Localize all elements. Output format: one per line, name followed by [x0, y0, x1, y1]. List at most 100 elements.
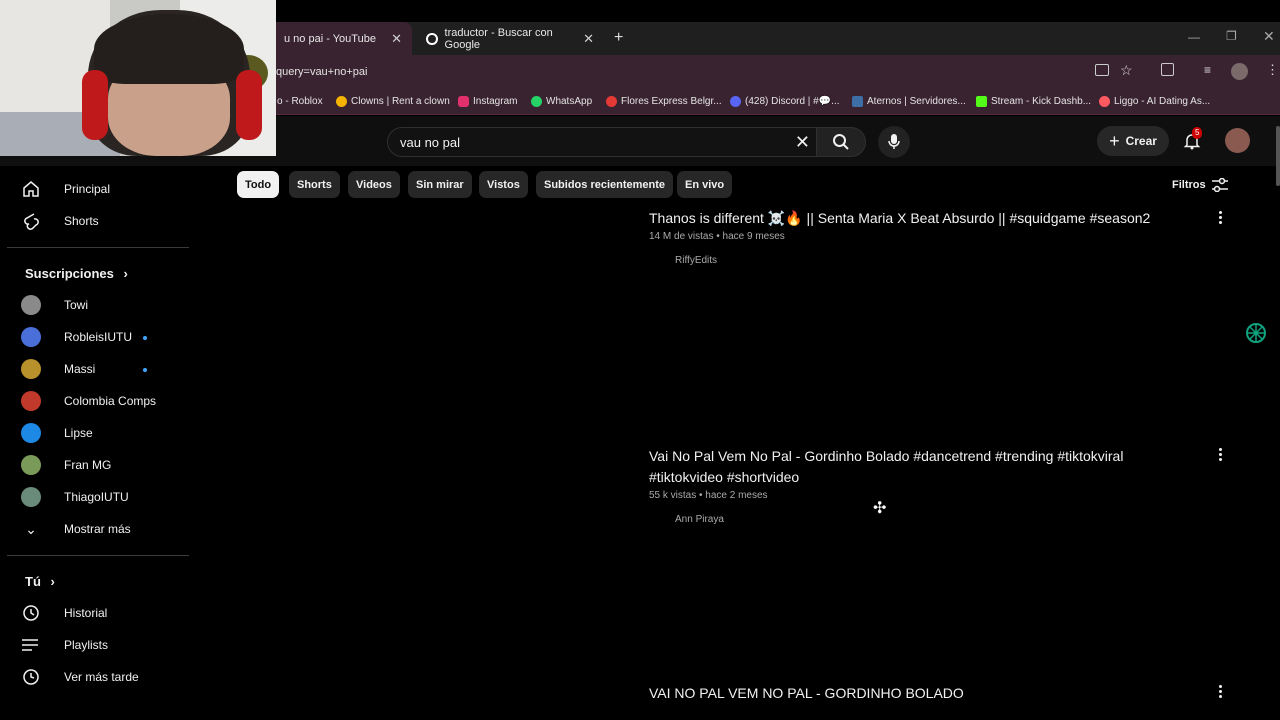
voice-search-button[interactable]	[878, 126, 910, 158]
filters-label: Filtros	[1172, 179, 1206, 191]
tab-google[interactable]: traductor - Buscar con Google ✕	[416, 22, 604, 55]
chip-todo[interactable]: Todo	[237, 171, 280, 198]
ai-assistant-icon[interactable]	[1244, 321, 1268, 350]
sidebar-divider	[7, 555, 189, 556]
sidebar-item-label: Colombia Comps	[64, 394, 157, 408]
search-button[interactable]	[816, 127, 866, 157]
search-query: vau no pal	[400, 135, 460, 150]
new-content-dot	[143, 336, 147, 340]
bookmark-instagram[interactable]: Instagram	[458, 96, 517, 107]
sidebar-item-robleisiutu[interactable]: RobleisIUTU	[18, 323, 186, 351]
clear-search-icon[interactable]: ✕	[795, 132, 810, 153]
sidebar-item-colombia-comps[interactable]: Colombia Comps	[18, 387, 186, 415]
bookmark-roblox[interactable]: o - Roblox	[277, 96, 323, 107]
bookmark-clowns[interactable]: Clowns | Rent a clown	[336, 96, 450, 107]
close-icon[interactable]: ✕	[583, 31, 594, 47]
watch-later-icon	[18, 668, 44, 686]
avatar	[21, 327, 41, 347]
install-icon[interactable]	[1095, 64, 1109, 76]
sidebar-item-playlists[interactable]: Playlists	[18, 631, 186, 659]
bookmark-whatsapp[interactable]: WhatsApp	[531, 96, 592, 107]
bookmark-flores[interactable]: Flores Express Belgr...	[606, 96, 722, 107]
video-title[interactable]: Thanos is different ☠️🔥 || Senta Maria X…	[649, 208, 1169, 229]
video-meta: 55 k vistas • hace 2 meses	[649, 490, 768, 501]
discord-icon	[730, 96, 741, 107]
new-content-dot	[143, 368, 147, 372]
more-options-icon[interactable]	[1216, 448, 1224, 461]
sidebar-item-lipse[interactable]: Lipse	[18, 419, 186, 447]
chip-vistos[interactable]: Vistos	[479, 171, 528, 198]
channel-avatar-icon	[18, 423, 44, 443]
menu-dots-icon[interactable]: ⋮	[1266, 62, 1279, 78]
more-options-icon[interactable]	[1216, 211, 1224, 224]
sidebar-item-massi[interactable]: Massi	[18, 355, 186, 383]
you-heading[interactable]: Tú ›	[25, 574, 55, 589]
minimize-icon[interactable]: —	[1188, 30, 1200, 44]
channel-avatar-icon	[18, 455, 44, 475]
aternos-icon	[852, 96, 863, 107]
shorts-icon	[18, 212, 44, 230]
sidebar-item-show-more[interactable]: ⌄ Mostrar más	[18, 515, 186, 543]
sidebar-item-towi[interactable]: Towi	[18, 291, 186, 319]
filters-button[interactable]: Filtros	[1172, 178, 1228, 192]
sidebar-item-label: Towi	[64, 298, 89, 312]
liggo-icon	[1099, 96, 1110, 107]
tab-label: u no pai - YouTube	[284, 32, 376, 45]
avatar	[21, 391, 41, 411]
bookmark-discord[interactable]: (428) Discord | #💬...	[730, 96, 840, 107]
sidebar-item-shorts[interactable]: Shorts	[18, 207, 186, 235]
restore-icon[interactable]: ❐	[1226, 29, 1237, 43]
you-label: Tú	[25, 574, 41, 589]
video-title[interactable]: Vai No Pal Vem No Pal - Gordinho Bolado …	[649, 446, 1169, 488]
bookmark-liggo[interactable]: Liggo - AI Dating As...	[1099, 96, 1210, 107]
bookmark-kick[interactable]: Stream - Kick Dashb...	[976, 96, 1091, 107]
chip-subidos-recientemente[interactable]: Subidos recientemente	[536, 171, 674, 198]
address-bar[interactable]: query=vau+no+pai	[276, 66, 367, 78]
search-input[interactable]: vau no pal ✕	[387, 127, 817, 157]
bookmark-label: Liggo - AI Dating As...	[1114, 96, 1211, 107]
star-icon[interactable]: ☆	[1120, 62, 1133, 79]
new-tab-icon[interactable]: +	[614, 29, 623, 47]
chevron-right-icon: ›	[50, 574, 55, 589]
avatar[interactable]	[1225, 128, 1250, 153]
sidebar-item-label: ThiagoIUTU	[64, 490, 129, 504]
notifications-button[interactable]: 5	[1183, 127, 1203, 155]
avatar	[21, 423, 41, 443]
chip-sin-mirar[interactable]: Sin mirar	[408, 171, 472, 198]
close-icon[interactable]: ✕	[391, 31, 402, 47]
scrollbar-thumb[interactable]	[1276, 126, 1280, 186]
media-control-icon[interactable]: ≡	[1204, 63, 1211, 77]
window-close-icon[interactable]: ✕	[1263, 28, 1275, 45]
sidebar-item-label: Principal	[64, 182, 111, 196]
tab-youtube[interactable]: u no pai - YouTube ✕	[262, 22, 412, 55]
chip-shorts[interactable]: Shorts	[289, 171, 340, 198]
create-button[interactable]: + Crear	[1097, 126, 1169, 156]
sidebar-item-fran-mg[interactable]: Fran MG	[18, 451, 186, 479]
channel-name[interactable]: RiffyEdits	[675, 255, 717, 266]
sidebar-item-label: Mostrar más	[64, 522, 131, 536]
video-title[interactable]: VAI NO PAL VEM NO PAL - GORDINHO BOLADO	[649, 683, 1169, 704]
extensions-icon[interactable]	[1161, 63, 1174, 76]
sidebar-item-label: Lipse	[64, 426, 93, 440]
sidebar-item-thiagoiutu[interactable]: ThiagoIUTU	[18, 483, 186, 511]
bookmark-aternos[interactable]: Aternos | Servidores...	[852, 96, 966, 107]
search-icon	[833, 134, 849, 150]
channel-avatar-icon	[18, 327, 44, 347]
channel-avatar-icon	[18, 487, 44, 507]
sidebar-item-principal[interactable]: Principal	[18, 175, 186, 203]
more-options-icon[interactable]	[1216, 685, 1224, 698]
chrome-icon	[336, 96, 347, 107]
bookmark-label: (428) Discord | #💬...	[745, 96, 840, 107]
chip-en-vivo[interactable]: En vivo	[677, 171, 733, 198]
channel-name[interactable]: Ann Piraya	[675, 514, 724, 525]
chip-videos[interactable]: Videos	[348, 171, 400, 198]
subscriptions-heading[interactable]: Suscripciones ›	[25, 266, 128, 281]
profile-avatar[interactable]	[1231, 63, 1248, 80]
sidebar-item-ver-mas-tarde[interactable]: Ver más tarde	[18, 663, 186, 691]
create-label: Crear	[1125, 134, 1157, 148]
bookmark-label: Clowns | Rent a clown	[351, 96, 450, 107]
channel-avatar-icon	[18, 295, 44, 315]
bookmark-label: o - Roblox	[277, 96, 323, 107]
sidebar-item-historial[interactable]: Historial	[18, 599, 186, 627]
chevron-right-icon: ›	[123, 266, 128, 281]
